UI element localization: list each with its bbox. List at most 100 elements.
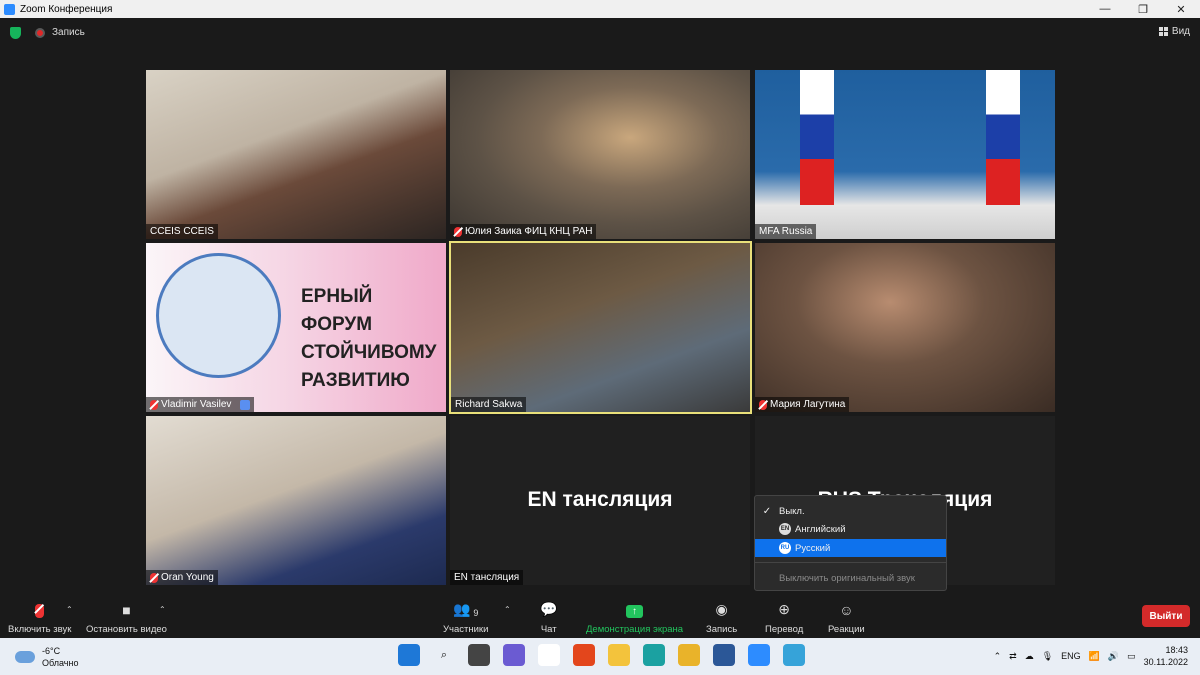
toolbar-label: Включить звук: [8, 624, 72, 635]
toolbar-label: Чат: [540, 624, 557, 635]
zoom-app-icon[interactable]: [748, 644, 770, 666]
windows-start-icon[interactable]: [398, 644, 420, 666]
system-tray: ⌃ ⇄ ☁ 🎙 ENG 📶 🔊 ▭ 18:43 30.11.2022: [994, 644, 1188, 668]
participant-name: Юлия Заика ФИЦ КНЦ РАН: [465, 226, 593, 237]
microphone-tray-icon[interactable]: 🎙: [1042, 651, 1053, 662]
security-shield-icon[interactable]: [10, 27, 21, 39]
recording-indicator-icon[interactable]: [35, 28, 45, 38]
clock-date: 30.11.2022: [1143, 657, 1188, 667]
chat-button[interactable]: 💬 Чат: [540, 598, 557, 635]
reactions-button[interactable]: ☺ Реакции: [828, 598, 865, 635]
zoom-logo-icon: [4, 3, 15, 15]
video-tile-sakwa-active[interactable]: Richard Sakwa: [449, 241, 752, 414]
record-button[interactable]: ◉ Запись: [706, 598, 737, 635]
video-tile-en-stream[interactable]: EN тансляция EN тансляция: [450, 416, 750, 585]
audio-options-caret-icon[interactable]: ⌃: [66, 605, 73, 614]
menu-item-english[interactable]: EN Английский: [755, 520, 946, 538]
teams-chat-icon[interactable]: [503, 644, 525, 666]
participant-name-tag: Мария Лагутина: [755, 397, 850, 412]
participant-name-tag: Vladimir Vasilev: [146, 397, 255, 412]
toolbar-label: Остановить видео: [86, 624, 167, 635]
video-tile-cceis[interactable]: CCEIS CCEIS: [146, 70, 446, 239]
search-icon[interactable]: ⌕: [433, 644, 455, 666]
banner-line: РАЗВИТИЮ: [301, 370, 410, 391]
globe-icon: ⊕: [778, 601, 790, 617]
file-explorer-icon[interactable]: [608, 644, 630, 666]
participant-name: Vladimir Vasilev: [161, 399, 232, 410]
weather-widget[interactable]: -6°C Облачно: [15, 645, 78, 669]
participants-count: 9: [473, 608, 479, 618]
video-tile-mfa[interactable]: MFA Russia: [755, 70, 1055, 239]
video-tile-young[interactable]: Oran Young: [146, 416, 446, 585]
language-badge-icon: RU: [779, 542, 791, 554]
video-tile-lagutina[interactable]: Мария Лагутина: [755, 243, 1055, 412]
participant-name-tag: CCEIS CCEIS: [146, 224, 218, 239]
flag-image: [986, 70, 1020, 205]
menu-item-russian[interactable]: RU Русский: [755, 539, 946, 557]
banner-line: ЕРНЫЙ ФОРУМ: [301, 286, 373, 335]
onedrive-cloud-icon[interactable]: ☁: [1025, 651, 1034, 662]
edge-browser-icon[interactable]: [643, 644, 665, 666]
video-options-caret-icon[interactable]: ⌃: [159, 605, 166, 614]
usb-device-icon[interactable]: ⇄: [1009, 651, 1017, 662]
chrome-browser-icon[interactable]: [678, 644, 700, 666]
menu-item-label: Английский: [795, 523, 846, 535]
video-gallery: CCEIS CCEIS Юлия Заика ФИЦ КНЦ РАН MFA R…: [0, 48, 1200, 596]
video-tile-vasilev[interactable]: ЕРНЫЙ ФОРУМ СТОЙЧИВОМУ РАЗВИТИЮ Vladimir…: [146, 243, 446, 412]
volume-icon[interactable]: 🔊: [1108, 651, 1119, 662]
toolbar-label: Участники: [443, 624, 489, 635]
share-screen-button[interactable]: ↑ Демонстрация экрана: [586, 598, 683, 635]
banner-line: СТОЙЧИВОМУ: [301, 342, 437, 363]
unmute-button[interactable]: Включить звук: [8, 598, 71, 635]
input-language[interactable]: ENG: [1061, 651, 1081, 661]
tray-overflow-chevron-icon[interactable]: ⌃: [994, 651, 1002, 662]
smiley-plus-icon: ☺: [839, 602, 854, 618]
stop-video-button[interactable]: ■ Остановить видео: [86, 598, 167, 635]
interpretation-button[interactable]: ⊕ Перевод: [765, 598, 803, 635]
network-app-icon[interactable]: [783, 644, 805, 666]
grid-view-icon: [1158, 27, 1168, 36]
view-button[interactable]: Вид: [1158, 26, 1190, 37]
view-label: Вид: [1171, 26, 1190, 37]
participant-name: EN тансляция: [454, 572, 520, 583]
weather-condition: Облачно: [42, 658, 79, 668]
stream-title: EN тансляция: [527, 488, 673, 511]
flag-image: [800, 70, 834, 205]
leave-button[interactable]: Выйти: [1142, 605, 1190, 627]
video-camera-icon: ■: [122, 602, 131, 618]
windows-taskbar: -6°C Облачно ⌕ ⌃ ⇄ ☁ 🎙 ENG 📶 🔊 ▭ 18:43 3…: [0, 638, 1200, 675]
office-icon[interactable]: [573, 644, 595, 666]
widgets-icon[interactable]: [538, 644, 560, 666]
window-titlebar: Zoom Конференция — ❐ ✕: [0, 0, 1200, 18]
clock[interactable]: 18:43 30.11.2022: [1144, 644, 1188, 668]
menu-item-mute-original[interactable]: Выключить оригинальный звук: [755, 569, 946, 587]
minimize-button[interactable]: —: [1086, 0, 1124, 18]
participant-name: Oran Young: [161, 572, 214, 583]
toolbar-label: Запись: [706, 624, 738, 635]
participant-name-tag: MFA Russia: [755, 224, 817, 239]
share-screen-icon: ↑: [626, 598, 644, 618]
participant-name: Мария Лагутина: [770, 399, 846, 410]
close-window-button[interactable]: ✕: [1162, 0, 1200, 18]
checkmark-icon: ✓: [762, 505, 772, 517]
window-controls: — ❐ ✕: [1086, 0, 1200, 18]
recording-label: Запись: [52, 27, 85, 38]
forum-logo: [156, 253, 281, 378]
participants-caret-icon[interactable]: ⌃: [504, 605, 511, 614]
task-view-icon[interactable]: [468, 644, 490, 666]
window-title: Zoom Конференция: [20, 3, 113, 15]
toolbar-label: Перевод: [765, 624, 804, 635]
battery-icon[interactable]: ▭: [1127, 651, 1136, 662]
language-badge-icon: EN: [779, 523, 791, 535]
participants-button[interactable]: 👥 9 Участники: [443, 598, 488, 635]
video-tile-yulia[interactable]: Юлия Заика ФИЦ КНЦ РАН: [450, 70, 750, 239]
participant-name: CCEIS CCEIS: [150, 226, 214, 237]
muted-mic-icon: [454, 226, 462, 237]
record-icon: ◉: [715, 601, 728, 617]
maximize-button[interactable]: ❐: [1124, 0, 1162, 18]
menu-item-off[interactable]: ✓ Выкл.: [755, 502, 946, 520]
word-icon[interactable]: [713, 644, 735, 666]
interpreter-globe-icon: [240, 399, 251, 410]
wifi-icon[interactable]: 📶: [1089, 651, 1100, 662]
meeting-topbar: Запись Вид: [0, 18, 1200, 48]
